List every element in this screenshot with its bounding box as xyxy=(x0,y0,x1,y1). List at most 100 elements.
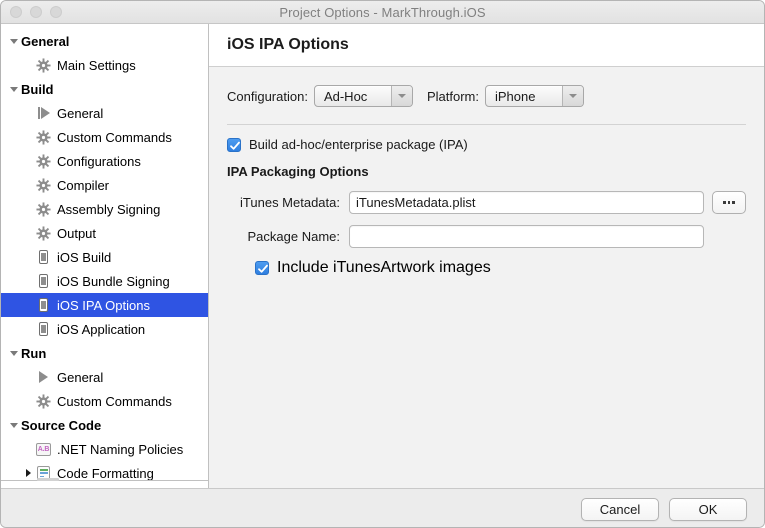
title-bar: Project Options - MarkThrough.iOS xyxy=(1,1,764,24)
device-icon xyxy=(35,249,52,265)
artwork-label: Include iTunesArtwork images xyxy=(277,259,491,276)
configuration-dropdown[interactable]: Ad-Hoc xyxy=(313,85,413,107)
artwork-checkbox-row[interactable]: Include iTunesArtwork images xyxy=(255,259,746,277)
device-icon xyxy=(39,250,48,264)
dialog-footer: Cancel OK xyxy=(1,488,764,527)
gear-icon xyxy=(35,129,52,145)
minimize-button[interactable] xyxy=(30,6,42,18)
package-name-input[interactable] xyxy=(349,225,704,248)
content-pane: iOS IPA Options Configuration: Ad-Hoc Pl… xyxy=(209,24,764,488)
gear-icon xyxy=(35,393,52,409)
gear-icon xyxy=(35,225,52,241)
sidebar-item-ios-ipa-options[interactable]: iOS IPA Options xyxy=(1,293,208,317)
itunes-metadata-label: iTunes Metadata: xyxy=(240,195,340,210)
ok-button[interactable]: OK xyxy=(669,497,747,521)
sidebar-item-label: iOS Build xyxy=(57,249,112,265)
disclosure-triangle[interactable] xyxy=(7,422,21,428)
gear-icon xyxy=(36,57,51,73)
checkmark-icon xyxy=(258,264,268,273)
sidebar-item-general[interactable]: General xyxy=(1,365,208,389)
sidebar-item-build[interactable]: Build xyxy=(1,77,208,101)
gear-icon xyxy=(36,129,51,145)
device-icon xyxy=(39,274,48,288)
artwork-checkbox[interactable] xyxy=(255,261,269,275)
content-header: iOS IPA Options xyxy=(209,24,764,67)
package-name-row: Package Name: xyxy=(227,225,746,248)
package-name-label: Package Name: xyxy=(247,229,341,244)
sidebar-item-source-code[interactable]: Source Code xyxy=(1,413,208,437)
device-icon xyxy=(35,297,52,313)
sidebar-item-assembly-signing[interactable]: Assembly Signing xyxy=(1,197,208,221)
configuration-row: Configuration: Ad-Hoc Platform: iPhone xyxy=(227,85,746,107)
page-title: iOS IPA Options xyxy=(227,36,349,53)
clipped-row-remnant xyxy=(37,478,59,481)
build-package-label: Build ad-hoc/enterprise package (IPA) xyxy=(249,137,468,152)
ab-icon: A.B xyxy=(35,441,52,457)
divider xyxy=(227,124,746,125)
sidebar-item-ios-build[interactable]: iOS Build xyxy=(1,245,208,269)
disclosure-triangle[interactable] xyxy=(7,350,21,356)
configuration-value: Ad-Hoc xyxy=(323,88,368,104)
sidebar-item-ios-application[interactable]: iOS Application xyxy=(1,317,208,341)
platform-dropdown[interactable]: iPhone xyxy=(484,85,584,107)
sidebar-item-label: iOS Bundle Signing xyxy=(57,273,170,289)
configuration-label: Configuration: xyxy=(227,88,308,104)
device-icon xyxy=(35,273,52,289)
build-package-checkbox[interactable] xyxy=(227,137,241,152)
gear-icon xyxy=(36,225,51,241)
gear-icon xyxy=(35,201,52,217)
sidebar-bottom-clip xyxy=(1,478,208,488)
sidebar-item-output[interactable]: Output xyxy=(1,221,208,245)
platform-value: iPhone xyxy=(494,88,536,104)
chevron-down-icon xyxy=(10,38,18,44)
ipa-packaging-section-title: IPA Packaging Options xyxy=(227,164,369,179)
gear-icon xyxy=(36,153,51,169)
sidebar-item-label: General xyxy=(57,105,104,121)
platform-label: Platform: xyxy=(426,88,479,104)
sidebar-item-label: .NET Naming Policies xyxy=(57,441,184,457)
build-icon xyxy=(35,105,52,121)
sidebar-item-run[interactable]: Run xyxy=(1,341,208,365)
project-options-window: Project Options - MarkThrough.iOS Genera… xyxy=(0,0,765,528)
play-icon xyxy=(39,371,48,383)
sidebar-item-ios-bundle-signing[interactable]: iOS Bundle Signing xyxy=(1,269,208,293)
chevron-down-icon xyxy=(390,86,412,106)
sidebar-item-label: Assembly Signing xyxy=(57,201,161,217)
content-body: Configuration: Ad-Hoc Platform: iPhone B… xyxy=(209,67,764,488)
sidebar-item-general[interactable]: General xyxy=(1,101,208,125)
sidebar-item-label: Compiler xyxy=(57,177,110,193)
options-tree-sidebar[interactable]: General Main Settings Build General Custom C… xyxy=(1,24,209,488)
sidebar-item-main-settings[interactable]: Main Settings xyxy=(1,53,208,77)
options-tree: General Main Settings Build General Custom C… xyxy=(1,29,208,485)
device-icon xyxy=(39,322,48,336)
chevron-down-icon xyxy=(10,350,18,356)
gear-icon xyxy=(36,177,51,193)
sidebar-item-general[interactable]: General xyxy=(1,29,208,53)
cancel-button[interactable]: Cancel xyxy=(581,497,659,521)
disclosure-triangle[interactable] xyxy=(7,86,21,92)
sidebar-item-label: Build xyxy=(21,81,54,97)
chevron-right-icon xyxy=(25,469,31,477)
sidebar-item-configurations[interactable]: Configurations xyxy=(1,149,208,173)
sidebar-item-net-naming-policies[interactable]: A.B .NET Naming Policies xyxy=(1,437,208,461)
zoom-button[interactable] xyxy=(50,6,62,18)
sidebar-item-label: Custom Commands xyxy=(57,393,172,409)
chevron-down-icon xyxy=(10,422,18,428)
browse-metadata-button[interactable] xyxy=(712,191,746,214)
disclosure-triangle[interactable] xyxy=(7,38,21,44)
build-icon xyxy=(37,107,50,119)
itunes-metadata-input[interactable]: iTunesMetadata.plist xyxy=(349,191,704,214)
sidebar-item-label: Code Formatting xyxy=(57,465,154,481)
sidebar-item-custom-commands[interactable]: Custom Commands xyxy=(1,389,208,413)
build-package-checkbox-row[interactable]: Build ad-hoc/enterprise package (IPA) xyxy=(227,137,746,152)
play-icon xyxy=(35,369,52,385)
sidebar-item-custom-commands[interactable]: Custom Commands xyxy=(1,125,208,149)
chevron-down-icon xyxy=(561,86,583,106)
sidebar-item-compiler[interactable]: Compiler xyxy=(1,173,208,197)
checkmark-icon xyxy=(230,141,240,150)
sidebar-item-label: Configurations xyxy=(57,153,141,169)
disclosure-triangle[interactable] xyxy=(21,469,35,477)
sidebar-item-label: Run xyxy=(21,345,47,361)
sidebar-item-label: Main Settings xyxy=(57,57,136,73)
close-button[interactable] xyxy=(10,6,22,18)
